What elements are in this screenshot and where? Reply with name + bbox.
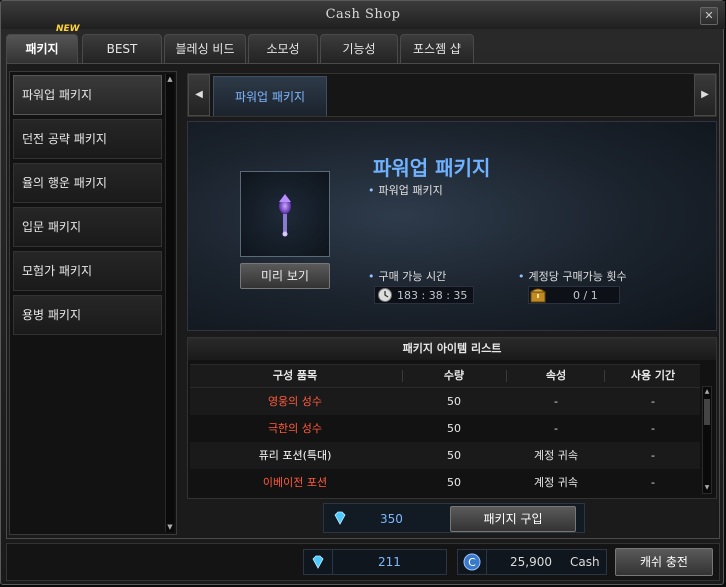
tab-functional[interactable]: 기능성 xyxy=(320,34,398,63)
item-qty: 50 xyxy=(447,422,461,435)
item-list-title: 패키지 아이템 리스트 xyxy=(188,338,716,360)
sidebar-item-mercenary[interactable]: 용병 패키지 xyxy=(13,295,162,335)
package-tab-bar: ◀ 파워업 패키지 ▶ xyxy=(187,73,717,117)
sidebar-item-beginner[interactable]: 입문 패키지 xyxy=(13,207,162,247)
prev-arrow-button[interactable]: ◀ xyxy=(188,74,210,116)
header-attr: 속성 xyxy=(545,369,567,382)
wallet-bar: 211 C 25,900 Cash 캐쉬 충전 xyxy=(6,543,720,581)
item-attr: - xyxy=(554,395,558,408)
gem-icon xyxy=(312,555,324,569)
gem-balance: 211 xyxy=(303,549,447,575)
count-value: 0 / 1 xyxy=(573,289,598,302)
tab-force-gem-shop[interactable]: 포스젬 샵 xyxy=(400,34,474,63)
purchase-count-label: • 계정당 구매가능 횟수 xyxy=(518,268,627,284)
potion-wand-icon xyxy=(279,194,291,237)
item-list-scrollbar[interactable]: ▲ ▼ xyxy=(702,386,712,494)
close-button[interactable]: ✕ xyxy=(700,7,718,25)
item-qty: 50 xyxy=(447,476,461,489)
divider xyxy=(332,550,333,574)
scroll-down-icon[interactable]: ▼ xyxy=(166,522,174,532)
cash-coin-icon: C xyxy=(463,553,481,571)
sidebar-item-luck[interactable]: 율의 행운 패키지 xyxy=(13,163,162,203)
sidebar-item-adventurer[interactable]: 모험가 패키지 xyxy=(13,251,162,291)
header-divider xyxy=(506,370,507,382)
time-label-text: 구매 가능 시간 xyxy=(378,270,447,283)
bullet-icon: • xyxy=(368,270,375,283)
scroll-up-icon[interactable]: ▲ xyxy=(166,74,174,84)
header-qty: 수량 xyxy=(443,369,465,382)
package-price: 350 xyxy=(380,512,403,526)
list-item[interactable]: 퓨리 포션(특대) 50 계정 귀속 - xyxy=(190,442,700,469)
purchase-bar: 350 패키지 구입 xyxy=(323,503,585,533)
charge-cash-button[interactable]: 캐쉬 충전 xyxy=(615,548,713,576)
scroll-thumb[interactable] xyxy=(704,399,710,425)
timer-value: 183 : 38 : 35 xyxy=(397,289,468,302)
divider xyxy=(486,550,487,574)
clock-icon xyxy=(378,288,392,302)
scroll-up-icon[interactable]: ▲ xyxy=(703,387,711,397)
subtitle-text: 파워업 패키지 xyxy=(378,184,443,197)
header-item: 구성 품목 xyxy=(272,369,318,382)
tab-blessing-bead[interactable]: 블레싱 비드 xyxy=(164,34,246,63)
item-period: - xyxy=(651,395,655,408)
gem-icon xyxy=(334,511,346,525)
item-name: 이베이전 포션 xyxy=(262,476,328,489)
tab-consumable[interactable]: 소모성 xyxy=(248,34,318,63)
time-label: • 구매 가능 시간 xyxy=(368,268,446,284)
item-name: 극한의 성수 xyxy=(267,422,323,435)
window-title: Cash Shop xyxy=(325,7,401,22)
item-attr: 계정 귀속 xyxy=(534,476,578,489)
item-icon-frame[interactable] xyxy=(240,171,330,257)
count-label-text: 계정당 구매가능 횟수 xyxy=(528,270,627,283)
tab-package[interactable]: 패키지 xyxy=(6,34,78,63)
package-sidebar: 파워업 패키지 던전 공략 패키지 율의 행운 패키지 입문 패키지 모험가 패… xyxy=(9,71,177,535)
cash-balance: C 25,900 Cash xyxy=(457,549,607,575)
sidebar-item-dungeon[interactable]: 던전 공략 패키지 xyxy=(13,119,162,159)
item-period: - xyxy=(651,449,655,462)
header-period: 사용 기간 xyxy=(630,369,676,382)
tab-best[interactable]: BEST xyxy=(82,34,162,63)
item-attr: - xyxy=(554,422,558,435)
cash-balance-value: 25,900 xyxy=(510,555,552,569)
package-tab-current[interactable]: 파워업 패키지 xyxy=(213,76,327,116)
preview-button[interactable]: 미리 보기 xyxy=(240,263,330,289)
bullet-icon: • xyxy=(368,184,375,197)
item-name: 영웅의 성수 xyxy=(267,395,323,408)
list-item[interactable]: 영웅의 성수 50 - - xyxy=(190,388,700,415)
chest-icon xyxy=(529,288,547,303)
item-list-panel: 패키지 아이템 리스트 구성 품목 수량 속성 사용 기간 영웅의 성수 50 … xyxy=(187,337,717,499)
header-divider xyxy=(604,370,605,382)
list-item[interactable]: 이베이전 포션 50 계정 귀속 - xyxy=(190,469,700,496)
header-divider xyxy=(402,370,403,382)
scroll-down-icon[interactable]: ▼ xyxy=(703,483,711,493)
svg-text:C: C xyxy=(468,556,476,569)
package-detail: 미리 보기 파워업 패키지 • 파워업 패키지 • 구매 가능 시간 183 : 3… xyxy=(187,121,717,331)
timer-field: 183 : 38 : 35 xyxy=(374,286,474,304)
package-title: 파워업 패키지 xyxy=(373,156,491,180)
item-qty: 50 xyxy=(447,449,461,462)
sidebar-item-powerup[interactable]: 파워업 패키지 xyxy=(13,75,162,115)
package-subtitle: • 파워업 패키지 xyxy=(368,182,443,198)
item-name: 퓨리 포션(특대) xyxy=(258,449,332,462)
item-list-header: 구성 품목 수량 속성 사용 기간 xyxy=(190,364,700,388)
gem-balance-value: 211 xyxy=(378,555,401,569)
item-period: - xyxy=(651,422,655,435)
next-arrow-button[interactable]: ▶ xyxy=(694,74,716,116)
title-bar[interactable]: Cash Shop ✕ xyxy=(1,1,725,29)
item-attr: 계정 귀속 xyxy=(534,449,578,462)
new-badge: NEW xyxy=(56,24,80,34)
sidebar-scrollbar[interactable]: ▲ ▼ xyxy=(165,74,174,532)
purchase-count-field: 0 / 1 xyxy=(528,286,620,304)
cash-shop-window: Cash Shop ✕ 패키지 NEW BEST 블레싱 비드 소모성 기능성 … xyxy=(0,0,725,585)
cash-unit-label: Cash xyxy=(570,555,600,569)
item-qty: 50 xyxy=(447,395,461,408)
item-period: - xyxy=(651,476,655,489)
bullet-icon: • xyxy=(518,270,525,283)
list-item[interactable]: 극한의 성수 50 - - xyxy=(190,415,700,442)
buy-package-button[interactable]: 패키지 구입 xyxy=(450,506,576,532)
